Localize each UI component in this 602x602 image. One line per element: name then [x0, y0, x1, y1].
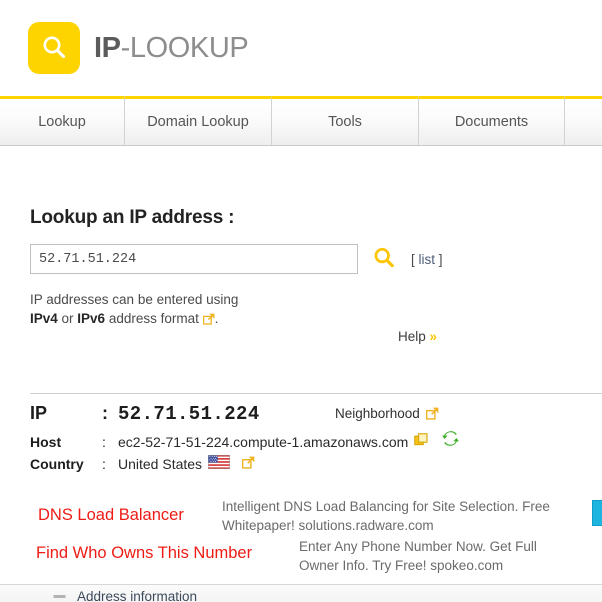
search-icon [372, 246, 396, 273]
hint-line-1: IP addresses can be entered using [30, 292, 239, 307]
result-row-country: Country : United States [30, 455, 590, 472]
site-logo[interactable]: IP-LOOKUP [28, 22, 249, 74]
tab-domain-lookup[interactable]: Domain Lookup [125, 96, 272, 145]
ad-description: Enter Any Phone Number Now. Get Full Own… [299, 539, 537, 573]
site-header: IP-LOOKUP [0, 0, 602, 96]
lookup-results: IP : 52.71.51.224 Neighborhood Host : ec… [30, 403, 590, 477]
ad-sidebar-chip[interactable] [592, 500, 602, 526]
ad-title[interactable]: DNS Load Balancer [38, 506, 184, 525]
result-label-ip: IP [30, 403, 48, 423]
result-row-host: Host : ec2-52-71-51-224.compute-1.amazon… [30, 430, 590, 450]
bracket-open: [ [411, 251, 415, 267]
page-title: Lookup an IP address : [30, 207, 235, 228]
hint-or: or [57, 311, 78, 326]
logo-word-ip: IP [94, 31, 121, 64]
help-label: Help [398, 329, 426, 344]
address-information-section-header[interactable]: Address information [0, 584, 602, 602]
result-value-host: ec2-52-71-51-224.compute-1.amazonaws.com [118, 434, 409, 450]
external-link-icon[interactable] [202, 313, 215, 326]
hint-period: . [214, 311, 219, 326]
search-button[interactable] [371, 245, 397, 273]
ad-title[interactable]: Find Who Owns This Number [36, 544, 252, 563]
input-format-hint: IP addresses can be entered using IPv4 o… [30, 290, 238, 328]
magnifier-icon [28, 22, 80, 74]
logo-wordmark: IP-LOOKUP [94, 31, 249, 64]
external-link-icon[interactable] [425, 407, 439, 420]
neighborhood-link[interactable]: Neighborhood [335, 406, 439, 421]
copy-window-icon[interactable] [414, 433, 428, 447]
result-value-country: United States [118, 456, 203, 472]
us-flag-icon [208, 455, 231, 469]
ip-search-input[interactable] [30, 244, 358, 274]
tab-documents[interactable]: Documents [419, 96, 565, 145]
result-label-country: Country [30, 456, 84, 472]
ad-description: Intelligent DNS Load Balancing for Site … [222, 499, 550, 533]
result-value-ip: 52.71.51.224 [118, 403, 260, 425]
result-colon: : [102, 434, 106, 450]
bracket-close: ] [438, 251, 443, 267]
list-link-label: list [418, 251, 436, 267]
hint-ipv6: IPv6 [77, 311, 106, 326]
tab-tools[interactable]: Tools [272, 96, 419, 145]
tab-lookup[interactable]: Lookup [0, 96, 125, 145]
result-colon: : [102, 456, 106, 472]
results-divider [30, 393, 602, 394]
result-label-host: Host [30, 434, 62, 450]
tab-label: Documents [454, 114, 529, 130]
external-link-icon[interactable] [242, 456, 255, 469]
ip-search-form: [ list ] [30, 244, 443, 274]
hint-line-2-tail: address format [105, 311, 203, 326]
minus-icon[interactable] [53, 590, 66, 602]
tab-label: Tools [328, 114, 362, 130]
refresh-icon[interactable] [442, 430, 460, 447]
tab-label: Lookup [38, 114, 86, 130]
accordion-label: Address information [77, 588, 198, 602]
chevron-right-icon: » [429, 329, 438, 344]
list-link[interactable]: [ list ] [411, 252, 443, 267]
result-row-ip: IP : 52.71.51.224 [30, 403, 590, 425]
ip-lookup-page: IP-LOOKUP Lookup Domain Lookup Tools Doc… [0, 0, 602, 602]
hint-ipv4: IPv4 [30, 311, 58, 326]
main-content: Lookup an IP address : [ list ] IP addre… [0, 147, 602, 602]
help-link[interactable]: Help » [398, 329, 437, 344]
result-colon: : [102, 403, 108, 423]
tab-label: Domain Lookup [147, 114, 249, 130]
main-navigation: Lookup Domain Lookup Tools Documents [0, 96, 602, 146]
tab-overflow[interactable] [565, 96, 602, 145]
neighborhood-label: Neighborhood [335, 406, 420, 421]
logo-word-lookup: -LOOKUP [120, 31, 249, 64]
